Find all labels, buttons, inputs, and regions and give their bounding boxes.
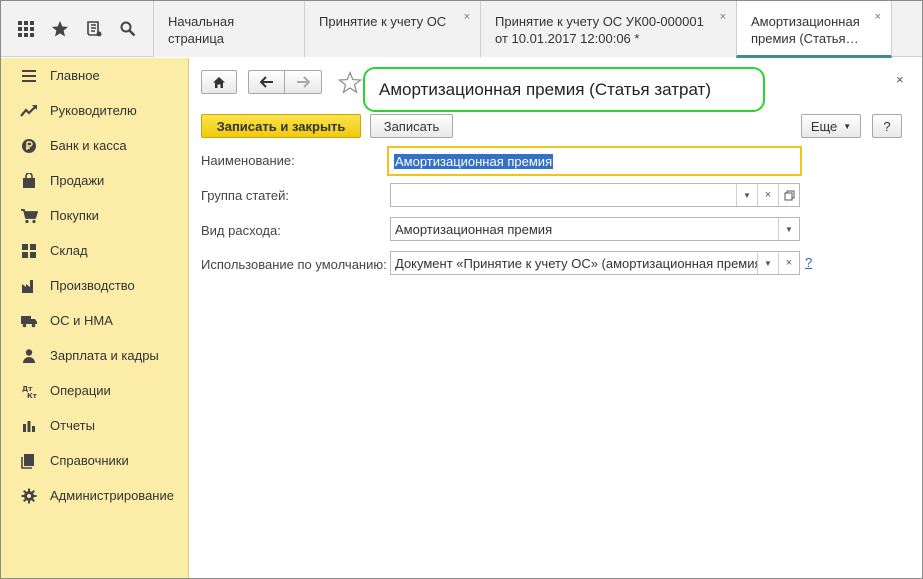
title-highlight: Амортизационная премия (Статья затрат) <box>363 67 765 112</box>
sidebar-item-label: Справочники <box>50 453 129 468</box>
dropdown-chevron-icon[interactable]: ▼ <box>736 184 757 206</box>
tab-label: Принятие к учету ОС <box>319 14 447 29</box>
shopping-bag-icon <box>19 171 39 191</box>
sidebar-item-warehouse[interactable]: Склад <box>1 233 188 268</box>
dropdown-chevron-icon[interactable]: ▼ <box>778 218 799 240</box>
dt-kt-icon: Дт Кт <box>19 381 39 401</box>
sidebar-item-director[interactable]: Руководителю <box>1 93 188 128</box>
sidebar-item-label: ОС и НМА <box>50 313 113 328</box>
group-label: Группа статей: <box>201 188 289 203</box>
sidebar-item-label: Зарплата и кадры <box>50 348 159 363</box>
name-label: Наименование: <box>201 153 295 168</box>
menu-lines-icon <box>19 66 39 86</box>
favorite-star-icon[interactable] <box>337 70 363 97</box>
back-button[interactable] <box>248 70 284 94</box>
name-field-value: Амортизационная премия <box>394 153 554 169</box>
sidebar-item-salary[interactable]: Зарплата и кадры <box>1 338 188 373</box>
tab-os-acceptance[interactable]: Принятие к учету ОС × <box>304 1 480 57</box>
tab-os-document[interactable]: Принятие к учету ОС УК00-000001 от 10.01… <box>480 1 736 57</box>
home-button[interactable] <box>201 70 237 94</box>
form-area: Амортизационная премия (Статья затрат) ×… <box>190 58 922 578</box>
gear-icon <box>19 486 39 506</box>
sidebar-item-bank[interactable]: Банк и касса <box>1 128 188 163</box>
expense-type-label: Вид расхода: <box>201 223 281 238</box>
sidebar-item-label: Банк и касса <box>50 138 127 153</box>
books-icon <box>19 451 39 471</box>
tab-bar: Начальная страница Принятие к учету ОС ×… <box>153 1 892 58</box>
tab-label-line1: Амортизационная <box>751 14 860 29</box>
warehouse-icon <box>19 241 39 261</box>
sidebar-item-admin[interactable]: Администрирование <box>1 478 188 513</box>
tab-label-line2: от 10.01.2017 12:00:06 * <box>495 31 640 46</box>
top-bar: Начальная страница Принятие к учету ОС ×… <box>1 1 922 58</box>
clear-icon[interactable]: × <box>778 252 799 274</box>
sidebar-item-sales[interactable]: Продажи <box>1 163 188 198</box>
arrow-left-icon <box>259 76 273 88</box>
sidebar-item-label: Покупки <box>50 208 99 223</box>
expense-type-select[interactable]: Амортизационная премия ▼ <box>390 217 800 241</box>
chevron-down-icon: ▼ <box>843 121 852 131</box>
default-usage-value: Документ «Принятие к учету ОС» (амортиза… <box>395 255 757 271</box>
arrow-right-icon <box>297 76 310 88</box>
save-and-close-button[interactable]: Записать и закрыть <box>201 114 361 138</box>
sidebar-item-purchases[interactable]: Покупки <box>1 198 188 233</box>
help-button[interactable]: ? <box>872 114 902 138</box>
sidebar-item-fixed-assets[interactable]: ОС и НМА <box>1 303 188 338</box>
bar-chart-icon <box>19 416 39 436</box>
group-field[interactable]: ▼ × <box>390 183 800 207</box>
top-icons <box>1 1 153 57</box>
sidebar-item-label: Операции <box>50 383 111 398</box>
ruble-coin-icon <box>19 136 39 156</box>
sidebar-item-label: Производство <box>50 278 135 293</box>
open-item-icon[interactable] <box>778 184 799 206</box>
tab-label-line2: премия (Статья… <box>751 31 859 46</box>
sidebar-item-main[interactable]: Главное <box>1 58 188 93</box>
save-button[interactable]: Записать <box>370 114 453 138</box>
sidebar-item-label: Руководителю <box>50 103 137 118</box>
tab-home[interactable]: Начальная страница <box>153 1 304 57</box>
sidebar-item-label: Главное <box>50 68 100 83</box>
cart-icon <box>19 206 39 226</box>
people-icon <box>19 346 39 366</box>
sidebar-item-operations[interactable]: Дт Кт Операции <box>1 373 188 408</box>
tab-label: Начальная страница <box>168 14 235 46</box>
sidebar: Главное Руководителю Банк и касса Продаж… <box>1 58 189 578</box>
default-usage-help-link[interactable]: ? <box>805 255 812 270</box>
clear-icon[interactable]: × <box>757 184 778 206</box>
history-icon[interactable] <box>79 14 109 44</box>
dropdown-chevron-icon[interactable]: ▼ <box>757 252 778 274</box>
tab-close-icon[interactable]: × <box>464 9 470 26</box>
svg-text:Кт: Кт <box>27 392 37 399</box>
more-button-label: Еще <box>810 118 838 134</box>
default-usage-field[interactable]: Документ «Принятие к учету ОС» (амортиза… <box>390 251 800 275</box>
factory-icon <box>19 276 39 296</box>
sidebar-item-label: Продажи <box>50 173 105 188</box>
search-icon[interactable] <box>113 14 143 44</box>
truck-icon <box>19 311 39 331</box>
sidebar-item-reports[interactable]: Отчеты <box>1 408 188 443</box>
sidebar-item-label: Администрирование <box>50 488 174 503</box>
name-field[interactable]: Амортизационная премия <box>387 146 802 176</box>
forward-button[interactable] <box>284 70 322 94</box>
tab-close-icon[interactable]: × <box>875 9 881 26</box>
apps-grid-icon[interactable] <box>11 14 41 44</box>
star-icon[interactable] <box>45 14 75 44</box>
tab-label-line1: Принятие к учету ОС УК00-000001 <box>495 14 704 29</box>
expense-type-value: Амортизационная премия <box>395 221 553 237</box>
trend-icon <box>19 101 39 121</box>
form-close-icon[interactable]: × <box>896 72 904 87</box>
tab-depreciation-bonus[interactable]: Амортизационная премия (Статья… × <box>736 1 892 58</box>
sidebar-item-catalogs[interactable]: Справочники <box>1 443 188 478</box>
sidebar-item-label: Склад <box>50 243 88 258</box>
more-button[interactable]: Еще ▼ <box>801 114 861 138</box>
page-title: Амортизационная премия (Статья затрат) <box>379 79 711 99</box>
default-usage-label: Использование по умолчанию: <box>201 257 387 272</box>
sidebar-item-label: Отчеты <box>50 418 95 433</box>
tab-close-icon[interactable]: × <box>720 9 726 26</box>
home-icon <box>213 76 225 88</box>
sidebar-item-production[interactable]: Производство <box>1 268 188 303</box>
